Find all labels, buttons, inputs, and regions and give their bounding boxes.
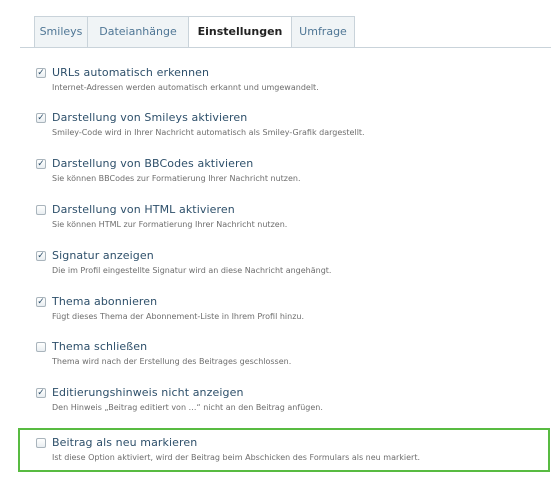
option-title[interactable]: Thema schließen <box>52 340 147 353</box>
signature-checkbox[interactable]: ✓ <box>36 251 46 261</box>
bbcodes-checkbox[interactable]: ✓ <box>36 159 46 169</box>
option-description: Die im Profil eingestellte Signatur wird… <box>52 266 332 275</box>
option-description: Internet-Adressen werden automatisch erk… <box>52 83 319 92</box>
mark-as-new-checkbox[interactable] <box>36 438 46 448</box>
option-description: Ist diese Option aktiviert, wird der Bei… <box>52 453 421 462</box>
option-title[interactable]: Darstellung von Smileys aktivieren <box>52 111 247 124</box>
option-description: Thema wird nach der Erstellung des Beitr… <box>52 357 292 366</box>
option-title[interactable]: URLs automatisch erkennen <box>52 66 209 79</box>
html-checkbox[interactable] <box>36 205 46 215</box>
post-options-panel: Smileys Dateianhänge Einstellungen Umfra… <box>0 0 551 481</box>
option-description: Sie können HTML zur Formatierung Ihrer N… <box>52 220 288 229</box>
tab-bar: Smileys Dateianhänge Einstellungen Umfra… <box>34 16 355 48</box>
smileys-checkbox[interactable]: ✓ <box>36 113 46 123</box>
close-thread-checkbox[interactable] <box>36 342 46 352</box>
tab-umfrage[interactable]: Umfrage <box>291 16 355 48</box>
tab-divider <box>20 47 551 48</box>
hide-edit-note-checkbox[interactable]: ✓ <box>36 388 46 398</box>
highlight-frame <box>18 428 550 472</box>
tab-smileys[interactable]: Smileys <box>34 16 87 48</box>
url-detection-checkbox[interactable]: ✓ <box>36 68 46 78</box>
option-title[interactable]: Editierungshinweis nicht anzeigen <box>52 386 244 399</box>
option-title[interactable]: Darstellung von HTML aktivieren <box>52 203 235 216</box>
option-title[interactable]: Beitrag als neu markieren <box>52 436 197 449</box>
option-description: Fügt dieses Thema der Abonnement-Liste i… <box>52 312 305 321</box>
option-description: Den Hinweis „Beitrag editiert von …“ nic… <box>52 403 323 412</box>
option-description: Smiley-Code wird in Ihrer Nachricht auto… <box>52 128 365 137</box>
tab-dateianhaenge[interactable]: Dateianhänge <box>87 16 188 48</box>
tab-einstellungen[interactable]: Einstellungen <box>188 16 291 48</box>
option-title[interactable]: Signatur anzeigen <box>52 249 154 262</box>
option-title[interactable]: Darstellung von BBCodes aktivieren <box>52 157 253 170</box>
subscribe-thread-checkbox[interactable]: ✓ <box>36 297 46 307</box>
option-description: Sie können BBCodes zur Formatierung Ihre… <box>52 174 301 183</box>
option-title[interactable]: Thema abonnieren <box>52 295 157 308</box>
